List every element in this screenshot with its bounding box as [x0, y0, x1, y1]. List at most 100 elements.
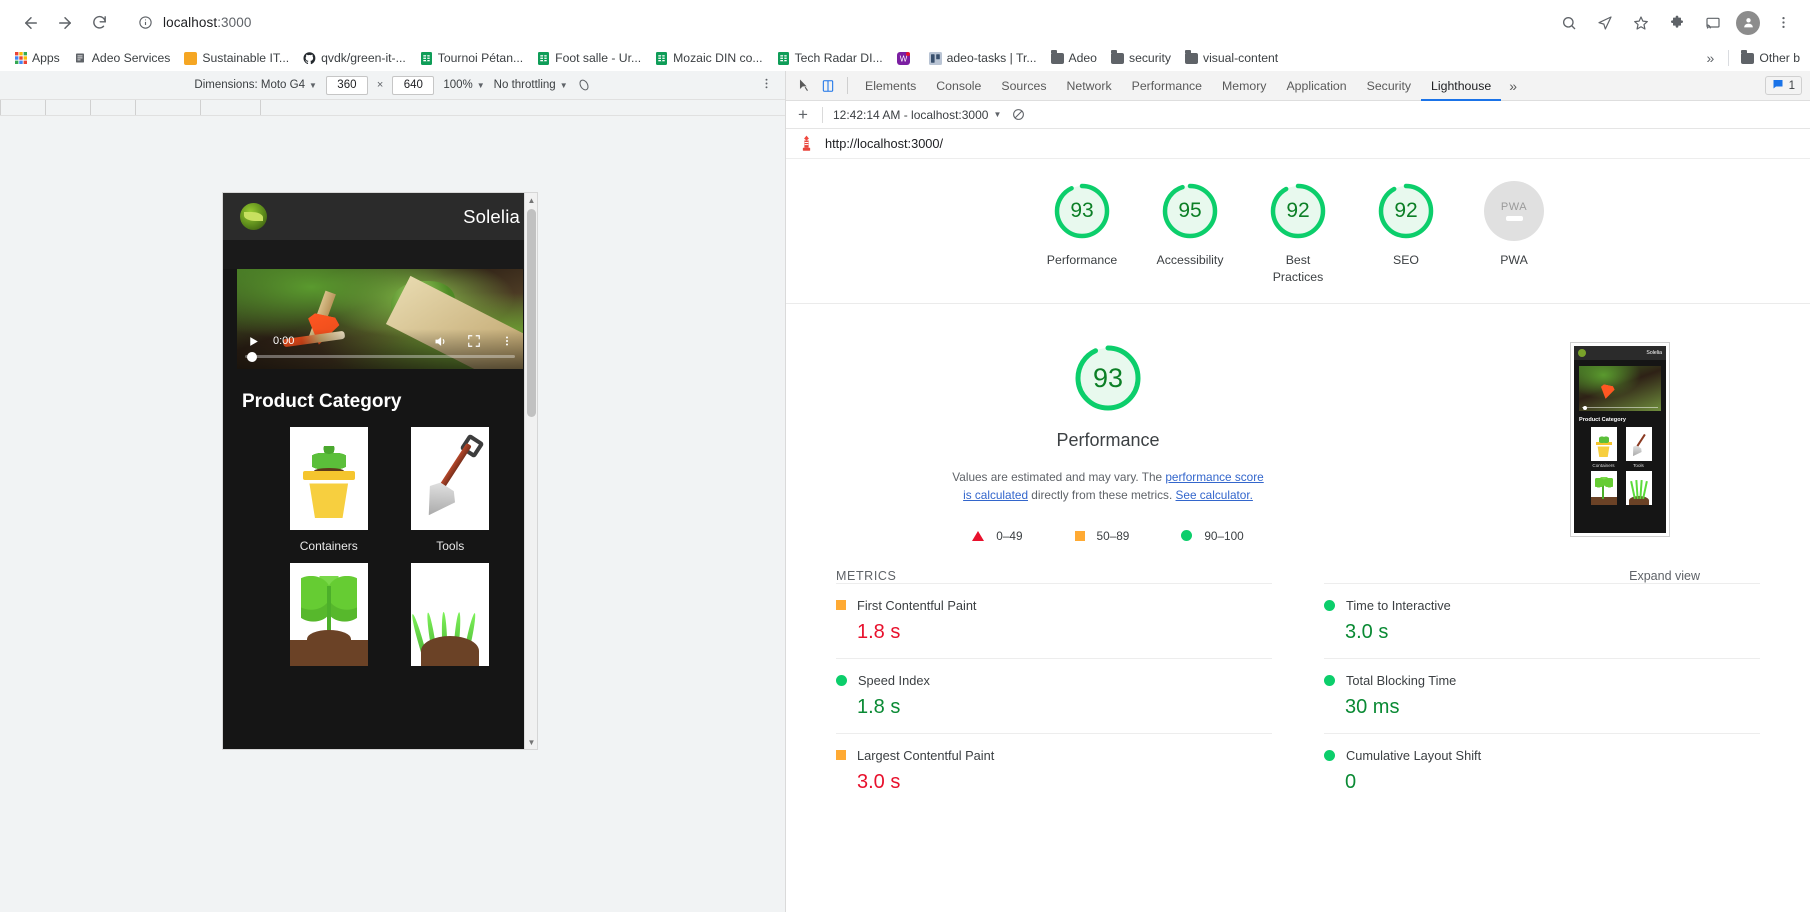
bookmarks-overflow-button[interactable]: »: [1699, 50, 1723, 66]
tab-sources[interactable]: Sources: [991, 71, 1056, 101]
plus-icon[interactable]: +: [794, 106, 812, 123]
tab-memory[interactable]: Memory: [1212, 71, 1276, 101]
viewport-width-input[interactable]: [325, 75, 368, 95]
send-icon[interactable]: [1592, 10, 1618, 36]
tab-performance[interactable]: Performance: [1122, 71, 1212, 101]
reload-button[interactable]: [82, 6, 116, 40]
gauge-pwa[interactable]: PWA PWA: [1482, 181, 1546, 269]
tab-application[interactable]: Application: [1276, 71, 1356, 101]
tab-network[interactable]: Network: [1057, 71, 1122, 101]
tab-elements[interactable]: Elements: [855, 71, 926, 101]
volume-icon[interactable]: [432, 333, 449, 350]
expand-view-button[interactable]: Expand view: [1629, 569, 1700, 583]
folder-icon: [1110, 49, 1124, 65]
scroll-down-icon[interactable]: ▼: [525, 735, 537, 749]
avatar[interactable]: [1736, 10, 1760, 35]
throttling-dropdown[interactable]: No throttling ▼: [494, 79, 568, 91]
bookmark-label: Sustainable IT...: [202, 51, 290, 65]
bookmark-folder-visual-content[interactable]: visual-content: [1179, 48, 1284, 68]
bookmark-whatsapp[interactable]: W: [891, 49, 921, 68]
devtools-tabbar-right: 1: [1764, 76, 1810, 95]
trello-icon: [928, 51, 942, 65]
category-label: Containers: [299, 539, 358, 553]
play-icon[interactable]: [245, 333, 261, 349]
score-gauge: 92: [1268, 181, 1328, 241]
bookmark-adeo-services[interactable]: Adeo Services: [68, 48, 177, 68]
category-card-plant[interactable]: [268, 563, 390, 666]
divider: [822, 106, 823, 123]
bookmark-mozaic-din[interactable]: Mozaic DIN co...: [649, 48, 768, 68]
scrollbar-thumb[interactable]: [527, 209, 536, 417]
bookmark-foot-salle[interactable]: Foot salle - Ur...: [531, 48, 647, 68]
folder-icon: [1741, 49, 1755, 65]
zoom-dropdown[interactable]: 100% ▼: [443, 79, 484, 91]
back-button[interactable]: [14, 6, 48, 40]
thumbnail-plant-image: [1590, 471, 1617, 506]
three-dot-menu-icon[interactable]: [498, 333, 515, 350]
device-preset-dropdown[interactable]: Dimensions: Moto G4 ▼: [194, 79, 317, 91]
metric-speed-index[interactable]: Speed Index 1.8 s: [836, 657, 1272, 733]
bookmark-qvdk-green-it[interactable]: qvdk/green-it-...: [297, 48, 412, 68]
message-count-chip[interactable]: 1: [1764, 76, 1802, 95]
device-emulation-toolbar: Dimensions: Moto G4 ▼ × 100% ▼ No thrott…: [0, 71, 785, 100]
bookmark-other-bookmarks[interactable]: Other b: [1735, 48, 1806, 68]
category-score-gauges: 93 Performance 95 Accessibility 92 Best …: [786, 159, 1810, 305]
performance-summary: 93 Performance Values are estimated and …: [786, 342, 1430, 543]
bookmark-apps[interactable]: Apps: [8, 48, 66, 68]
gauge-best-practices[interactable]: 92 Best Practices: [1266, 181, 1330, 285]
cast-icon[interactable]: [1700, 10, 1726, 36]
metric-time-to-interactive[interactable]: Time to Interactive 3.0 s: [1324, 582, 1760, 658]
see-calculator-link[interactable]: See calculator.: [1176, 488, 1253, 502]
address-bar[interactable]: localhost:3000: [126, 7, 1546, 38]
inspect-element-icon[interactable]: [793, 75, 815, 97]
extensions-puzzle-icon[interactable]: [1664, 10, 1690, 36]
category-card-tools[interactable]: Tools: [390, 427, 512, 553]
page-info-icon[interactable]: [138, 15, 153, 30]
video-progress-track[interactable]: [245, 355, 515, 358]
bookmark-sustainable-it[interactable]: Sustainable IT...: [178, 48, 295, 68]
bookmark-tech-radar[interactable]: Tech Radar DI...: [771, 48, 889, 68]
bookmark-star-icon[interactable]: [1628, 10, 1654, 36]
circle-marker-icon: [1324, 674, 1335, 686]
clear-all-icon[interactable]: [1011, 108, 1025, 122]
no-network-icon[interactable]: [577, 78, 591, 92]
category-card-containers[interactable]: Containers: [268, 427, 390, 553]
lighthouse-run-dropdown[interactable]: 12:42:14 AM - localhost:3000 ▼: [833, 108, 1001, 122]
hero-video-player[interactable]: 0:00: [237, 269, 523, 369]
metric-total-blocking-time[interactable]: Total Blocking Time 30 ms: [1324, 657, 1760, 733]
emulated-page-scrollbar[interactable]: ▲ ▼: [524, 193, 537, 749]
metric-first-contentful-paint[interactable]: First Contentful Paint 1.8 s: [836, 582, 1272, 658]
forward-button[interactable]: [48, 6, 82, 40]
more-tabs-icon[interactable]: »: [1501, 78, 1525, 94]
device-toolbar-icon[interactable]: [817, 75, 839, 97]
gauge-seo[interactable]: 92 SEO: [1374, 181, 1438, 269]
tab-lighthouse[interactable]: Lighthouse: [1421, 71, 1502, 101]
final-screenshot-thumbnail[interactable]: Solelia Product Category Containers Tool…: [1570, 342, 1670, 538]
metric-cumulative-layout-shift[interactable]: Cumulative Layout Shift 0: [1324, 732, 1760, 808]
viewport-height-input[interactable]: [392, 75, 435, 95]
video-progress-handle[interactable]: [247, 351, 257, 362]
emulated-viewport[interactable]: Solelia 0:00 Product Category Containers…: [223, 193, 537, 749]
gauge-performance[interactable]: 93 Performance: [1047, 181, 1117, 269]
device-toolbar-menu-icon[interactable]: [760, 77, 773, 93]
bookmark-adeo-tasks[interactable]: adeo-tasks | Tr...: [923, 48, 1043, 68]
square-marker-icon: [1074, 530, 1085, 541]
gauge-accessibility[interactable]: 95 Accessibility: [1157, 181, 1223, 269]
tab-console[interactable]: Console: [926, 71, 991, 101]
bookmark-folder-adeo[interactable]: Adeo: [1045, 48, 1103, 68]
category-card-grass[interactable]: [390, 563, 512, 666]
bookmark-label: Tournoi Pétan...: [437, 51, 524, 65]
chevron-down-icon: ▼: [308, 80, 317, 90]
tab-security[interactable]: Security: [1357, 71, 1421, 101]
fullscreen-icon[interactable]: [465, 333, 482, 350]
site-body: 0:00 Product Category Containers Tools: [223, 269, 537, 749]
devtools-tabbar: Elements Console Sources Network Perform…: [786, 71, 1810, 101]
metric-largest-contentful-paint[interactable]: Largest Contentful Paint 3.0 s: [836, 732, 1272, 808]
chevron-down-icon: ▼: [993, 110, 1002, 119]
three-dot-menu-icon[interactable]: [1770, 10, 1796, 36]
bookmark-folder-security[interactable]: security: [1105, 48, 1177, 68]
scroll-up-icon[interactable]: ▲: [525, 193, 537, 207]
score-gauge: 93: [1052, 181, 1112, 241]
search-icon[interactable]: [1556, 10, 1582, 36]
bookmark-tournoi-petanque[interactable]: Tournoi Pétan...: [414, 48, 529, 68]
